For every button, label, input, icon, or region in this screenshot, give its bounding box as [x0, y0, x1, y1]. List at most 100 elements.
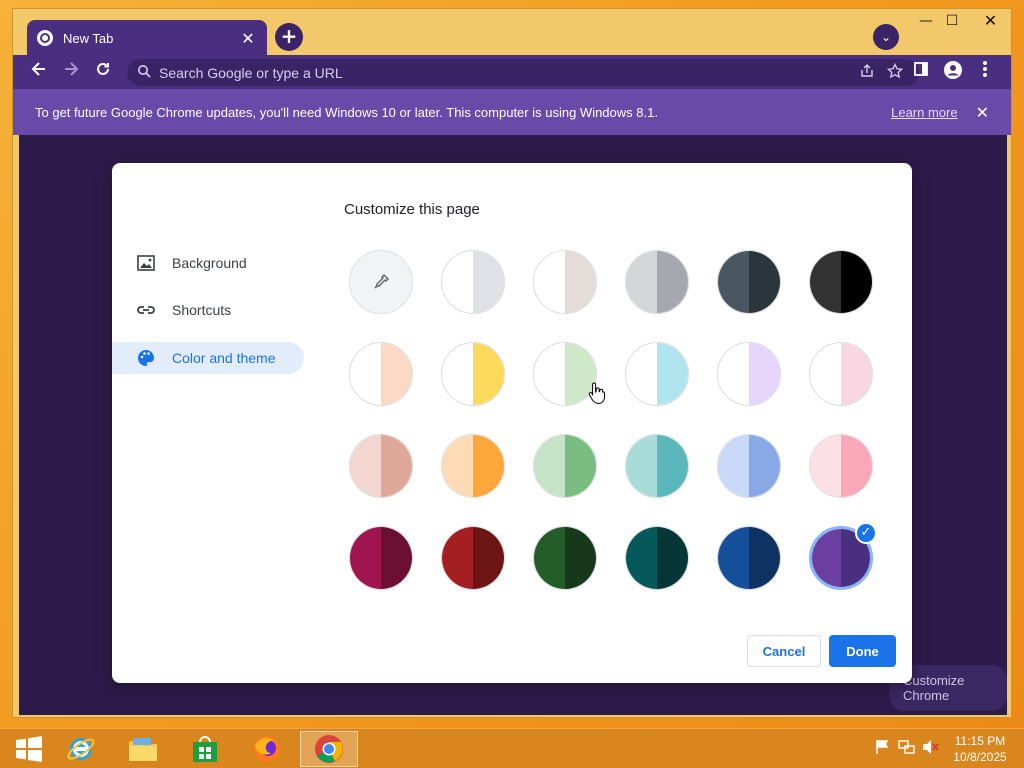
chrome-favicon-icon [37, 30, 53, 46]
update-infobar: To get future Google Chrome updates, you… [13, 89, 1011, 135]
color-swatch[interactable] [349, 434, 413, 498]
swatch-right-half [749, 251, 780, 313]
swatch-left-half [442, 435, 473, 497]
omnibox[interactable] [127, 59, 919, 86]
eyedropper-icon [350, 251, 412, 313]
color-swatch[interactable] [717, 250, 781, 314]
nav-shortcuts-label: Shortcuts [172, 302, 232, 318]
swatch-right-half [381, 343, 412, 405]
start-button[interactable] [0, 731, 58, 767]
taskbar-firefox[interactable] [238, 731, 296, 767]
hand-cursor-icon [588, 382, 605, 405]
back-button[interactable] [27, 60, 51, 84]
ie-icon [67, 738, 95, 760]
color-swatch[interactable] [717, 342, 781, 406]
taskbar-store[interactable] [176, 731, 234, 767]
swatch-right-half [657, 343, 688, 405]
forward-button[interactable] [59, 60, 83, 84]
color-swatch[interactable] [533, 526, 597, 590]
bookmark-star-icon[interactable] [881, 62, 909, 83]
volume-muted-icon[interactable] [922, 739, 940, 759]
swatch-right-half [749, 343, 780, 405]
side-panel-icon [914, 62, 928, 76]
color-swatch[interactable] [809, 434, 873, 498]
nav-shortcuts[interactable]: Shortcuts [112, 294, 304, 326]
reload-button[interactable] [91, 60, 115, 84]
swatch-left-half [442, 343, 473, 405]
swatch-right-half [473, 435, 504, 497]
nav-background[interactable]: Background [112, 247, 304, 279]
network-icon[interactable] [898, 739, 916, 759]
nav-background-label: Background [172, 255, 247, 271]
swatch-left-half [534, 251, 565, 313]
swatch-right-half [657, 527, 688, 589]
swatch-left-half [626, 435, 657, 497]
swatch-left-half [350, 343, 381, 405]
infobar-close-icon[interactable]: ✕ [976, 103, 989, 122]
taskbar-clock[interactable]: 11:15 PM 10/8/2025 [942, 733, 1018, 765]
swatch-right-half [841, 435, 872, 497]
swatch-left-half [626, 251, 657, 313]
side-panel-button[interactable] [909, 60, 933, 84]
swatch-right-half [565, 527, 596, 589]
image-icon [137, 255, 155, 271]
swatch-left-half [626, 527, 657, 589]
swatch-left-half [810, 251, 841, 313]
color-swatch[interactable] [533, 250, 597, 314]
nav-color-and-theme[interactable]: Color and theme [112, 342, 304, 374]
share-icon[interactable] [853, 63, 881, 83]
swatch-right-half [473, 527, 504, 589]
taskbar-file-explorer[interactable] [114, 731, 172, 767]
color-swatch[interactable] [717, 526, 781, 590]
color-swatch[interactable] [625, 250, 689, 314]
action-center-flag-icon[interactable] [874, 739, 890, 759]
profile-button[interactable] [941, 60, 965, 84]
color-swatch[interactable] [441, 250, 505, 314]
folder-icon [129, 738, 157, 761]
color-swatch[interactable] [533, 434, 597, 498]
custom-color-picker-swatch[interactable] [349, 250, 413, 314]
palette-icon [138, 350, 154, 366]
color-swatch[interactable] [349, 526, 413, 590]
taskbar-internet-explorer[interactable] [52, 731, 110, 767]
taskbar-chrome[interactable] [300, 731, 358, 767]
color-swatch[interactable] [625, 434, 689, 498]
swatch-right-half [565, 435, 596, 497]
swatch-right-half [657, 251, 688, 313]
swatch-left-half [534, 435, 565, 497]
title-bar: New Tab ✕ + ⌄ — ☐ ✕ [13, 9, 1013, 56]
swatch-left-half [718, 251, 749, 313]
swatch-left-half [718, 435, 749, 497]
color-swatch[interactable] [441, 526, 505, 590]
swatch-left-half [534, 527, 565, 589]
new-tab-button[interactable]: + [275, 23, 303, 51]
profile-avatar-icon [944, 61, 962, 79]
swatch-left-half [442, 527, 473, 589]
color-swatch[interactable] [625, 526, 689, 590]
swatch-left-half [350, 435, 381, 497]
color-swatch[interactable] [717, 434, 781, 498]
color-swatch[interactable] [441, 434, 505, 498]
color-swatch[interactable] [441, 342, 505, 406]
color-swatch[interactable] [625, 342, 689, 406]
color-swatch[interactable] [809, 342, 873, 406]
reload-icon [97, 62, 109, 75]
color-swatch[interactable] [349, 342, 413, 406]
swatch-right-half [749, 435, 780, 497]
tab-search-button[interactable]: ⌄ [873, 24, 899, 50]
color-swatch[interactable] [809, 250, 873, 314]
swatch-left-half [810, 343, 841, 405]
tab-close-icon[interactable]: ✕ [239, 29, 257, 48]
learn-more-link[interactable]: Learn more [891, 105, 957, 120]
swatch-left-half [718, 343, 749, 405]
swatch-right-half [657, 435, 688, 497]
maximize-button[interactable]: ☐ [937, 11, 967, 33]
menu-button[interactable] [973, 60, 997, 84]
swatch-left-half [812, 529, 841, 587]
close-window-button[interactable]: ✕ [968, 11, 1013, 33]
cancel-button[interactable]: Cancel [747, 635, 821, 667]
address-input[interactable] [159, 64, 853, 81]
swatch-right-half [473, 251, 504, 313]
done-button[interactable]: Done [829, 635, 896, 667]
tab-new-tab[interactable]: New Tab ✕ [27, 20, 267, 56]
